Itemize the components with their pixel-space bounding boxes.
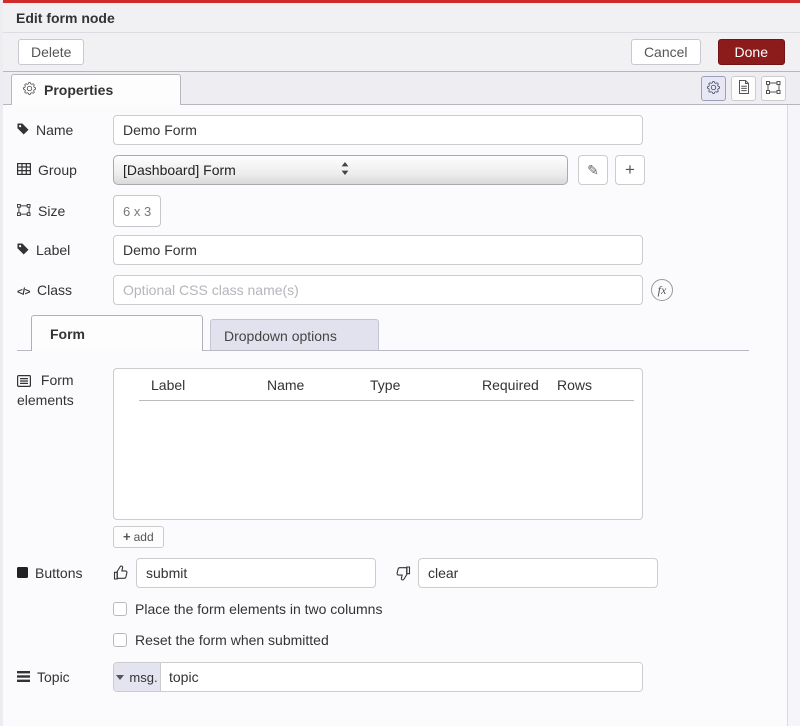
- edit-group-button[interactable]: [578, 155, 608, 185]
- dialog-title: Edit form node: [16, 10, 115, 26]
- class-input[interactable]: [113, 275, 643, 305]
- code-icon: [17, 282, 30, 298]
- name-input[interactable]: [113, 115, 643, 145]
- tag-icon: [17, 242, 29, 258]
- list-icon: [17, 372, 41, 388]
- buttons-row: Buttons: [17, 558, 786, 588]
- tab-dropdown-options[interactable]: Dropdown options: [210, 319, 379, 351]
- tray-tab-bar: Properties: [3, 72, 800, 105]
- tag-icon: [17, 122, 29, 138]
- scrollbar-track[interactable]: [787, 105, 800, 726]
- column-header-name: Name: [267, 377, 304, 393]
- select-caret-icon: [341, 162, 559, 178]
- column-header-required: Required: [482, 377, 539, 393]
- square-icon: [17, 565, 28, 581]
- editor-side-buttons: [701, 76, 786, 101]
- add-group-button[interactable]: [615, 155, 645, 185]
- tab-properties[interactable]: Properties: [11, 74, 181, 105]
- reset-form-option: Reset the form when submitted: [113, 632, 786, 648]
- name-row: Name: [17, 115, 786, 145]
- two-columns-checkbox[interactable]: [113, 602, 127, 616]
- gear-icon: [707, 81, 720, 97]
- reset-form-checkbox-label: Reset the form when submitted: [135, 632, 329, 648]
- group-select[interactable]: [Dashboard] Form: [113, 155, 568, 185]
- group-row: Group [Dashboard] Form: [17, 155, 786, 185]
- edit-form-node-dialog: Edit form node Delete Cancel Done Proper…: [0, 0, 800, 726]
- object-group-icon: [766, 81, 781, 97]
- topic-type-selector[interactable]: msg.: [114, 663, 161, 691]
- plus-icon: [625, 161, 635, 179]
- add-element-button[interactable]: add: [113, 526, 164, 548]
- topic-type-label: msg.: [129, 670, 157, 685]
- header-divider: [139, 400, 634, 401]
- group-label: Group: [17, 162, 113, 178]
- size-button[interactable]: 6 x 3: [113, 195, 161, 227]
- node-description-button[interactable]: [731, 76, 756, 101]
- label-label: Label: [17, 242, 113, 258]
- topic-input[interactable]: [161, 663, 642, 691]
- form-elements-row: Form elements Label Name Type Required R…: [17, 368, 786, 548]
- class-label: Class: [17, 282, 113, 298]
- done-button[interactable]: Done: [718, 39, 785, 65]
- dialog-header: Edit form node: [3, 3, 800, 33]
- properties-form: Name Group [Dashboard] Form: [3, 105, 800, 726]
- size-label: Size: [17, 203, 113, 219]
- topic-row: Topic msg.: [17, 662, 786, 692]
- form-elements-label: Form elements: [17, 368, 113, 411]
- submit-button-text-input[interactable]: [136, 558, 376, 588]
- table-icon: [17, 162, 31, 178]
- topic-typed-input: msg.: [113, 662, 643, 692]
- form-elements-list: Label Name Type Required Rows: [113, 368, 643, 520]
- column-header-type: Type: [370, 377, 400, 393]
- column-header-rows: Rows: [557, 377, 592, 393]
- two-columns-checkbox-label: Place the form elements in two columns: [135, 601, 382, 617]
- thumbs-down-icon: [395, 565, 411, 581]
- file-text-icon: [738, 80, 750, 97]
- chevron-down-icon: [116, 675, 124, 680]
- tab-form[interactable]: Form: [31, 315, 203, 351]
- tab-properties-label: Properties: [44, 82, 113, 98]
- dialog-toolbar: Delete Cancel Done: [3, 33, 800, 72]
- name-label: Name: [17, 122, 113, 138]
- reset-form-checkbox[interactable]: [113, 633, 127, 647]
- label-row: Label: [17, 235, 786, 265]
- buttons-label: Buttons: [17, 565, 113, 581]
- size-row: Size 6 x 3: [17, 195, 786, 227]
- class-row: Class fx: [17, 275, 786, 305]
- plus-icon: [123, 530, 131, 544]
- column-header-label: Label: [151, 377, 185, 393]
- tasks-icon: [17, 669, 30, 685]
- node-appearance-button[interactable]: [761, 76, 786, 101]
- object-group-icon: [17, 203, 31, 219]
- clear-button-text-input[interactable]: [418, 558, 658, 588]
- fx-badge-icon: fx: [651, 279, 673, 301]
- gear-icon: [23, 82, 36, 98]
- cancel-button[interactable]: Cancel: [631, 39, 701, 65]
- thumbs-up-icon: [113, 565, 129, 581]
- delete-button[interactable]: Delete: [18, 39, 84, 65]
- pencil-icon: [587, 162, 599, 179]
- content-tab-bar: Form Dropdown options: [17, 315, 749, 351]
- two-columns-option: Place the form elements in two columns: [113, 601, 786, 617]
- label-input[interactable]: [113, 235, 643, 265]
- node-properties-button[interactable]: [701, 76, 726, 101]
- group-select-value: [Dashboard] Form: [123, 162, 341, 178]
- topic-label: Topic: [17, 669, 113, 685]
